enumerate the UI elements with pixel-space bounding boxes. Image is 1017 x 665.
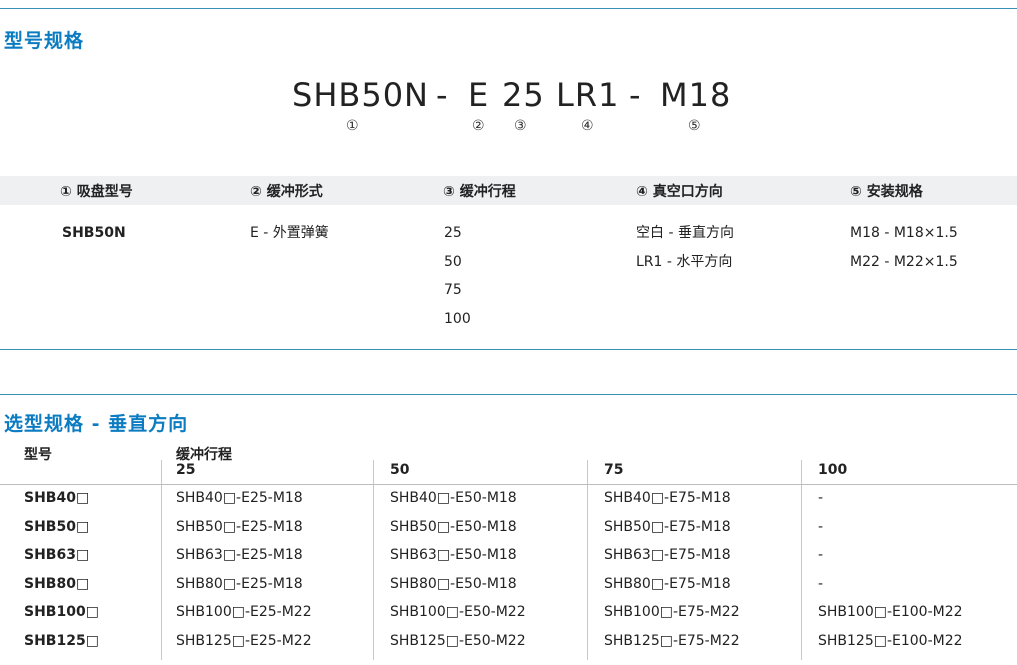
row-cell-part-number: - bbox=[818, 518, 824, 535]
spec-col-vacuum-port: 空白 - 垂直方向 LR1 - 水平方向 bbox=[636, 222, 734, 279]
code-part-port: LR1 bbox=[556, 76, 620, 114]
row-model: SHB40□ bbox=[24, 490, 90, 506]
spec-value: SHB50N bbox=[62, 225, 126, 241]
row-cell-part-number: SHB100□-E100-M22 bbox=[818, 604, 963, 620]
spec-header-buffer-type: ② 缓冲形式 bbox=[250, 184, 323, 200]
marker-5: ⑤ bbox=[688, 118, 701, 134]
lower-rule bbox=[0, 394, 1017, 395]
middle-rule bbox=[0, 349, 1017, 350]
spec-value: 25 bbox=[444, 225, 462, 241]
model-code: SHB50N - E 25 LR1 - M18 bbox=[0, 76, 1017, 116]
spec-header-vacuum-port: ④ 真空口方向 bbox=[636, 184, 723, 200]
row-cell-part-number: SHB125□-E100-M22 bbox=[818, 632, 963, 649]
row-model: SHB80□ bbox=[24, 575, 90, 592]
selection-header-stroke-50: 50 bbox=[390, 462, 410, 478]
selection-header-stroke: 缓冲行程 bbox=[176, 447, 232, 463]
row-cell-part-number: SHB80□-E75-M18 bbox=[604, 575, 731, 592]
row-model: SHB125□ bbox=[24, 632, 99, 649]
column-divider bbox=[587, 460, 588, 660]
row-cell-part-number: SHB100□-E75-M22 bbox=[604, 604, 740, 620]
header-underline bbox=[0, 484, 1017, 485]
spec-header-buffer-stroke: ③ 缓冲行程 bbox=[443, 184, 516, 200]
row-cell-part-number: SHB80□-E50-M18 bbox=[390, 575, 517, 592]
spec-table-header: ① 吸盘型号 ② 缓冲形式 ③ 缓冲行程 ④ 真空口方向 ⑤ 安装规格 bbox=[0, 176, 1017, 205]
selection-header-stroke-25: 25 bbox=[176, 462, 196, 478]
row-cell-part-number: SHB40□-E50-M18 bbox=[390, 490, 517, 506]
code-part-stroke: 25 bbox=[502, 76, 545, 114]
row-cell-part-number: SHB40□-E75-M18 bbox=[604, 490, 731, 506]
row-cell-part-number: SHB125□-E25-M22 bbox=[176, 632, 312, 649]
marker-4: ④ bbox=[581, 118, 594, 134]
column-divider bbox=[801, 460, 802, 660]
section-title-model-spec: 型号规格 bbox=[4, 30, 85, 52]
spec-col-buffer-type: E - 外置弹簧 bbox=[250, 222, 329, 251]
row-cell-part-number: SHB50□-E75-M18 bbox=[604, 518, 731, 535]
row-cell-part-number: SHB50□-E25-M18 bbox=[176, 518, 303, 535]
row-model: SHB63□ bbox=[24, 547, 90, 563]
spec-value: M18 - M18×1.5 bbox=[850, 225, 958, 241]
marker-3: ③ bbox=[514, 118, 527, 134]
code-part-series: SHB50N bbox=[292, 76, 429, 114]
selection-header-stroke-75: 75 bbox=[604, 462, 624, 478]
row-cell-part-number: - bbox=[818, 575, 824, 592]
row-cell-part-number: SHB63□-E25-M18 bbox=[176, 547, 303, 563]
column-divider bbox=[161, 460, 162, 660]
spec-col-suction-model: SHB50N bbox=[62, 222, 126, 251]
selection-header-stroke-100: 100 bbox=[818, 462, 848, 478]
spec-value: 空白 - 垂直方向 bbox=[636, 225, 734, 241]
row-cell-part-number: SHB40□-E25-M18 bbox=[176, 490, 303, 506]
top-rule bbox=[0, 8, 1017, 9]
row-cell-part-number: SHB50□-E50-M18 bbox=[390, 518, 517, 535]
spec-value: E - 外置弹簧 bbox=[250, 225, 329, 241]
row-cell-part-number: SHB80□-E25-M18 bbox=[176, 575, 303, 592]
row-model: SHB50□ bbox=[24, 518, 90, 535]
code-markers: ① ② ③ ④ ⑤ bbox=[0, 118, 1017, 138]
row-cell-part-number: - bbox=[818, 490, 824, 506]
spec-value: 100 bbox=[444, 310, 471, 327]
spec-col-buffer-stroke: 25 50 75 100 bbox=[444, 222, 471, 336]
section-title-selection: 选型规格 - 垂直方向 bbox=[4, 413, 189, 435]
spec-value: 75 bbox=[444, 282, 462, 298]
selection-header-model: 型号 bbox=[24, 447, 52, 463]
code-part-dash: - bbox=[629, 76, 642, 114]
code-part-mount: M18 bbox=[660, 76, 732, 114]
column-divider bbox=[373, 460, 374, 660]
spec-value: LR1 - 水平方向 bbox=[636, 253, 733, 270]
marker-2: ② bbox=[472, 118, 485, 134]
spec-value: M22 - M22×1.5 bbox=[850, 253, 958, 270]
row-cell-part-number: SHB63□-E75-M18 bbox=[604, 547, 731, 563]
marker-1: ① bbox=[346, 118, 359, 134]
row-cell-part-number: - bbox=[818, 547, 824, 563]
spec-value: 50 bbox=[444, 253, 462, 270]
row-cell-part-number: SHB125□-E50-M22 bbox=[390, 632, 526, 649]
code-part-buffer: E bbox=[468, 76, 490, 114]
row-cell-part-number: SHB100□-E50-M22 bbox=[390, 604, 526, 620]
spec-col-mounting: M18 - M18×1.5 M22 - M22×1.5 bbox=[850, 222, 958, 279]
code-part-dash: - bbox=[436, 76, 449, 114]
row-cell-part-number: SHB63□-E50-M18 bbox=[390, 547, 517, 563]
row-cell-part-number: SHB125□-E75-M22 bbox=[604, 632, 740, 649]
spec-header-suction-model: ① 吸盘型号 bbox=[60, 184, 133, 200]
spec-header-mounting: ⑤ 安装规格 bbox=[850, 184, 923, 200]
row-cell-part-number: SHB100□-E25-M22 bbox=[176, 604, 312, 620]
row-model: SHB100□ bbox=[24, 604, 99, 620]
